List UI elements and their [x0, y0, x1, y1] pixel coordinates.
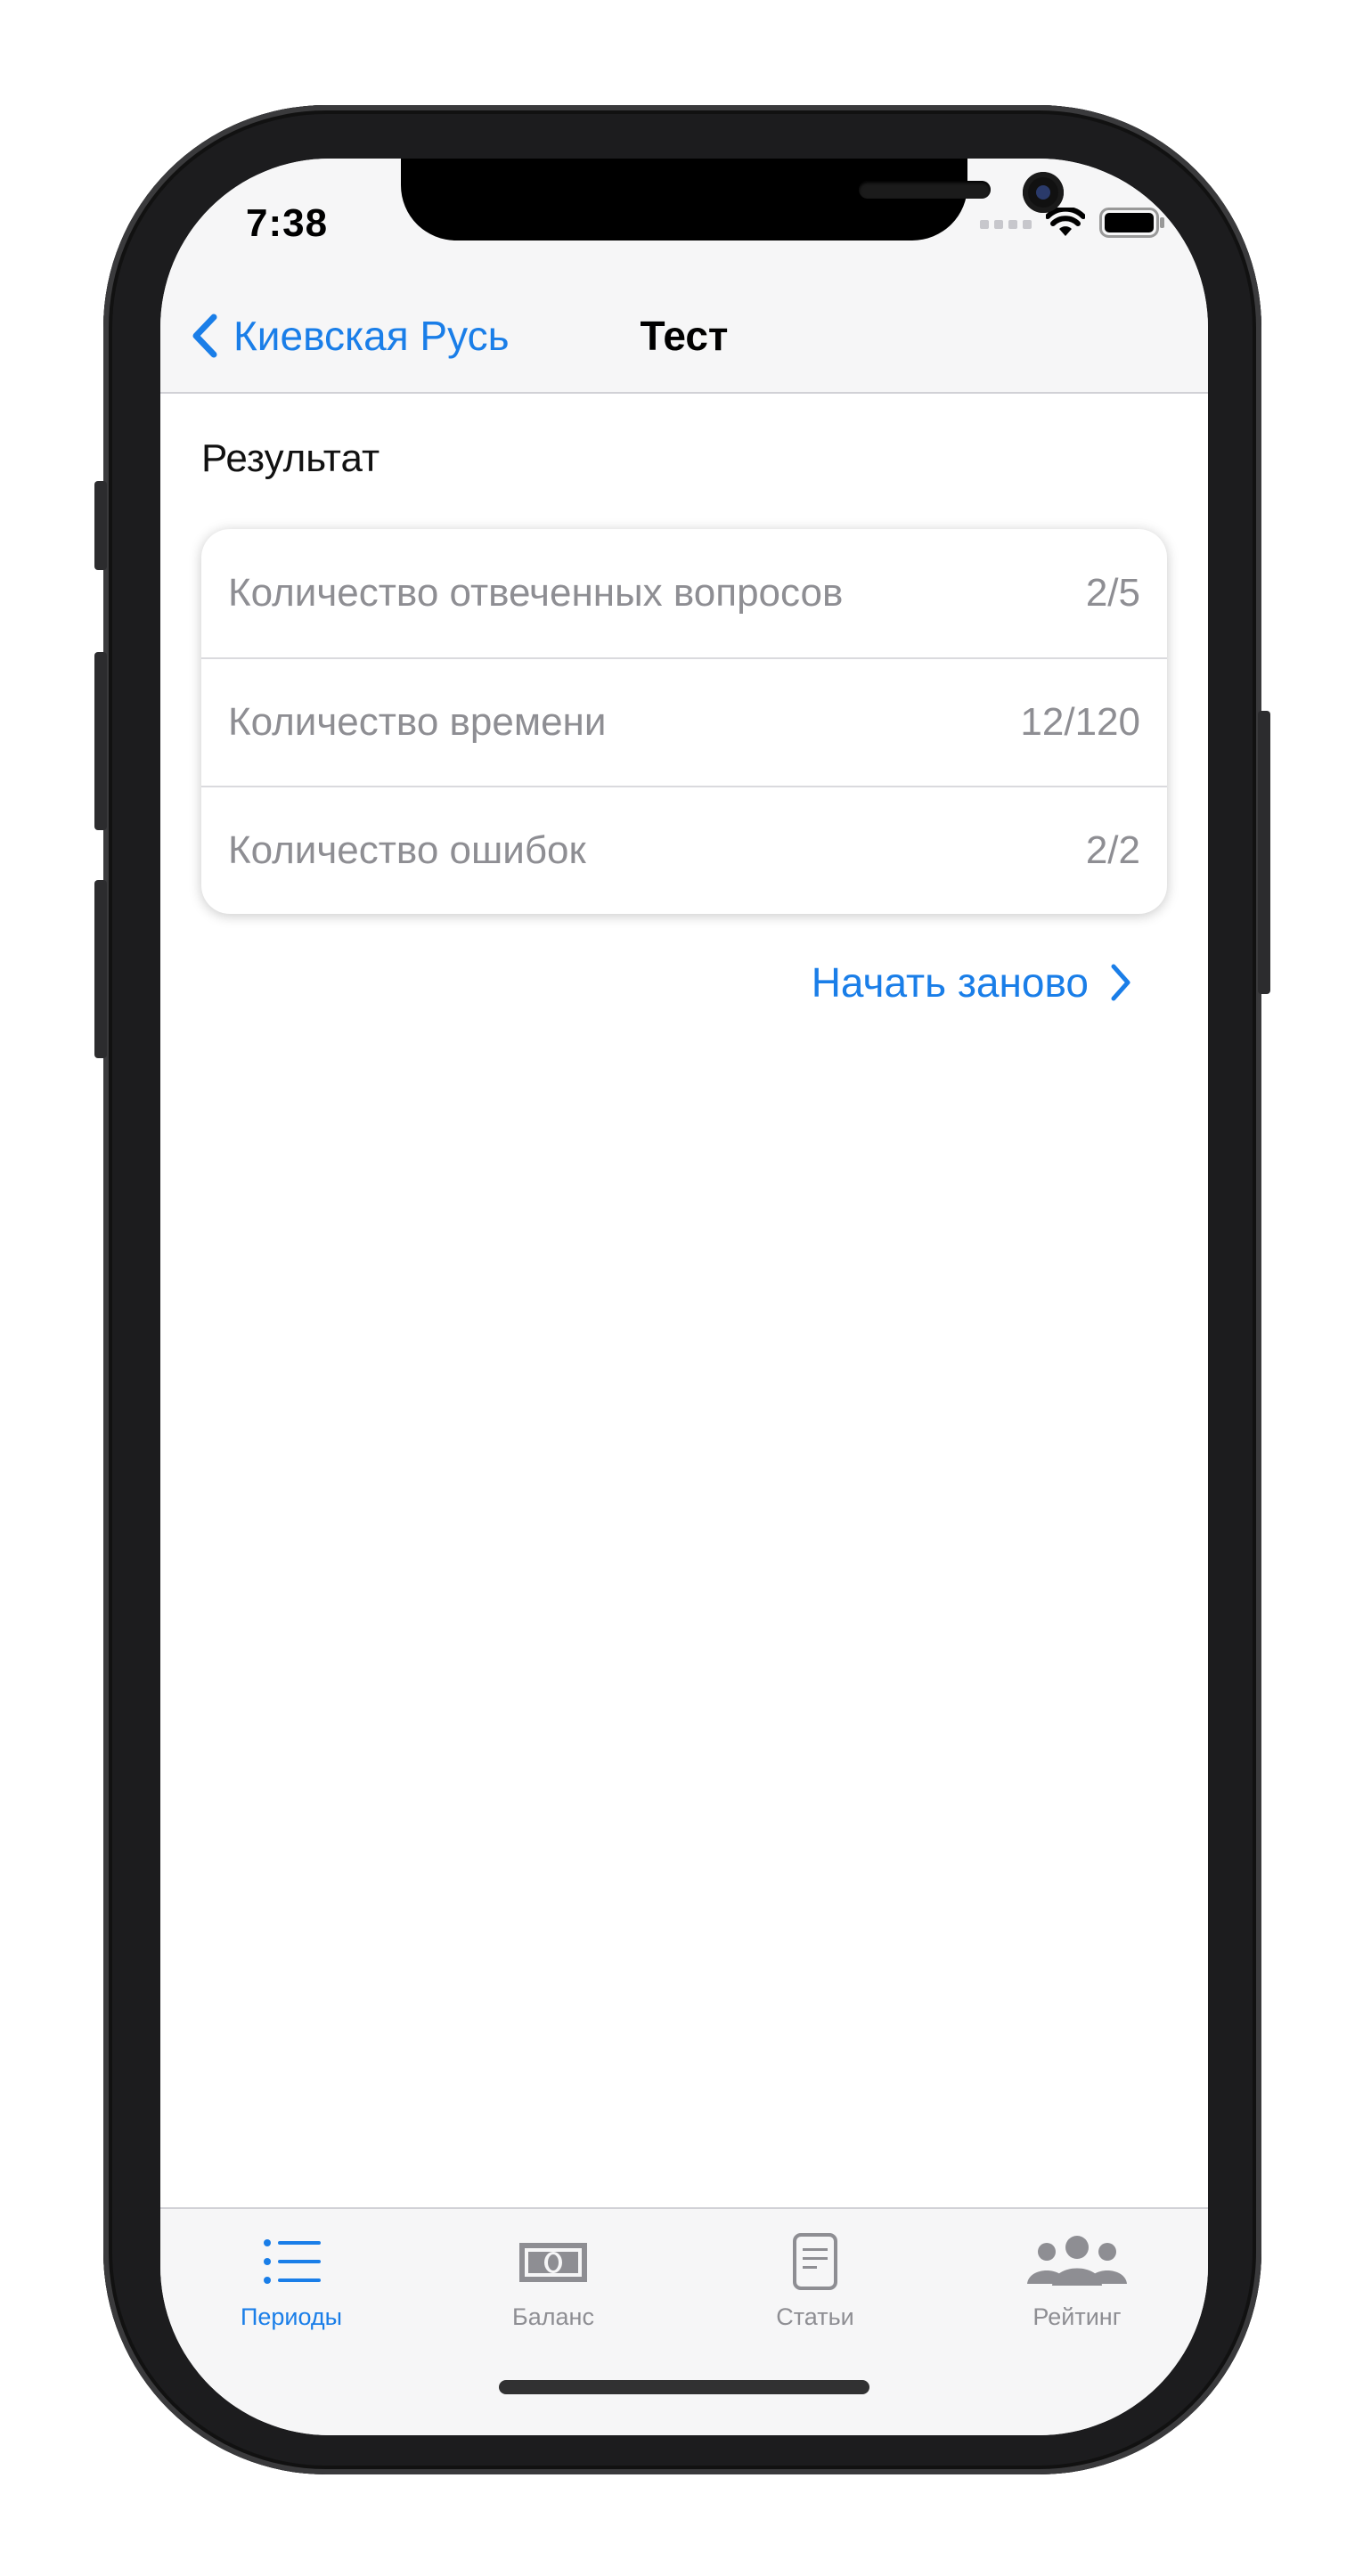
- result-row-time: Количество времени 12/120: [201, 657, 1167, 786]
- restart-label: Начать заново: [811, 959, 1089, 1006]
- document-icon: [793, 2233, 837, 2290]
- battery-icon: [1099, 208, 1164, 238]
- screen: 7:38 Киевская Русь Тест Результат Количе…: [160, 159, 1208, 2435]
- tab-articles[interactable]: Статьи: [684, 2232, 946, 2331]
- chevron-right-icon: [1111, 964, 1130, 1001]
- list-icon: [264, 2239, 321, 2284]
- people-icon: [1027, 2236, 1127, 2286]
- status-icons: [980, 207, 1165, 239]
- row-label: Количество времени: [228, 700, 607, 744]
- tab-periods[interactable]: Периоды: [160, 2232, 422, 2331]
- section-title: Результат: [201, 436, 380, 480]
- wifi-icon: [1046, 208, 1085, 236]
- silent-switch: [94, 481, 107, 570]
- restart-button[interactable]: Начать заново: [812, 958, 1133, 1007]
- tab-label: Рейтинг: [1032, 2303, 1122, 2330]
- page-title: Тест: [640, 313, 729, 359]
- row-label: Количество отвеченных вопросов: [228, 571, 844, 615]
- row-value: 2/2: [1085, 828, 1140, 872]
- tab-bar: Периоды Баланс Статьи Рейтинг: [160, 2207, 1208, 2435]
- power-button: [1258, 711, 1270, 994]
- row-label: Количество ошибок: [228, 828, 586, 872]
- tab-label: Баланс: [512, 2303, 594, 2330]
- volume-down-button: [94, 880, 107, 1058]
- earpiece-speaker: [859, 181, 991, 199]
- status-time: 7:38: [246, 201, 329, 245]
- tab-label: Периоды: [240, 2303, 343, 2330]
- banknote-icon: [519, 2243, 587, 2282]
- tab-label: Статьи: [776, 2303, 854, 2330]
- volume-up-button: [94, 652, 107, 830]
- notch: [401, 159, 1064, 240]
- tab-balance[interactable]: Баланс: [422, 2232, 684, 2331]
- cellular-signal-icon: [980, 220, 1032, 229]
- result-row-errors: Количество ошибок 2/2: [201, 786, 1167, 914]
- row-value: 2/5: [1085, 571, 1140, 615]
- front-camera: [1023, 172, 1064, 213]
- result-card: Количество отвеченных вопросов 2/5 Колич…: [201, 529, 1167, 914]
- row-value: 12/120: [1020, 700, 1140, 744]
- result-row-answered: Количество отвеченных вопросов 2/5: [201, 529, 1167, 657]
- tab-rating[interactable]: Рейтинг: [946, 2232, 1208, 2331]
- navigation-bar: Киевская Русь Тест: [160, 265, 1208, 394]
- home-indicator[interactable]: [499, 2380, 869, 2394]
